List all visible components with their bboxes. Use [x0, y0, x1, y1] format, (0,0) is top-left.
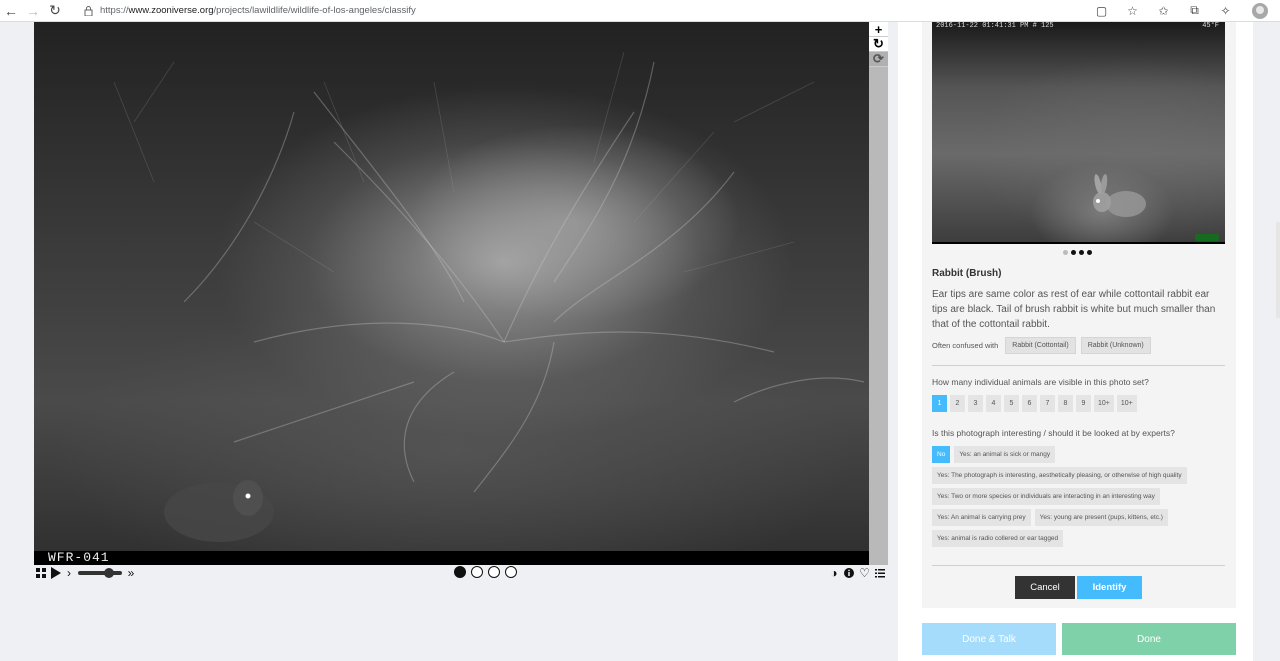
play-icon[interactable] [48, 565, 64, 581]
reload-icon[interactable]: ↻ [44, 0, 66, 22]
favorite-star-icon[interactable]: ☆ [1120, 1, 1145, 21]
vegetation-overlay [113, 51, 865, 542]
browser-toolbar: ← → ↻ https://www.zooniverse.org/project… [0, 0, 1280, 22]
frame-dot[interactable] [454, 566, 466, 578]
pager-dot[interactable] [1087, 250, 1092, 255]
confused-with-label: Often confused with [932, 341, 999, 350]
confused-species-chip[interactable]: Rabbit (Unknown) [1080, 337, 1151, 354]
cancel-button[interactable]: Cancel [1015, 576, 1075, 599]
camera-brand-logo [1195, 234, 1219, 241]
count-option[interactable]: 2 [950, 395, 965, 412]
interesting-option-prey[interactable]: Yes: An animal is carrying prey [932, 509, 1031, 526]
count-option[interactable]: 10+ [1116, 395, 1137, 412]
frame-dot[interactable] [488, 566, 500, 578]
interesting-question: Is this photograph interesting / should … [932, 428, 1175, 438]
step-forward-icon[interactable]: › [64, 565, 74, 581]
fast-forward-icon[interactable]: » [126, 565, 136, 581]
confused-with-row: Often confused with Rabbit (Cottontail) … [932, 337, 1151, 354]
species-title: Rabbit (Brush) [932, 268, 1002, 279]
count-question: How many individual animals are visible … [932, 377, 1149, 387]
reference-photo-pager [1063, 250, 1092, 255]
reference-photo[interactable]: 2016-11-22 01:41:31 PM # 125 45°F [932, 22, 1225, 244]
confused-species-chip[interactable]: Rabbit (Cottontail) [1005, 337, 1076, 354]
favorites-list-icon[interactable]: ✩ [1151, 1, 1176, 21]
species-description: Ear tips are same color as rest of ear w… [932, 289, 1216, 330]
collections-list-icon[interactable] [874, 565, 886, 581]
viewer-controls: › » ◑ ♡ [34, 565, 888, 581]
done-and-talk-button[interactable]: Done & Talk [922, 623, 1056, 655]
reset-icon[interactable]: ⟳ [869, 51, 888, 67]
lock-icon [80, 3, 96, 19]
forward-arrow-icon[interactable]: → [22, 0, 44, 22]
favorite-heart-icon[interactable]: ♡ [858, 565, 871, 581]
invert-contrast-icon[interactable]: ◑ [828, 565, 840, 581]
count-option[interactable]: 7 [1040, 395, 1055, 412]
reference-temperature: 45°F [1202, 22, 1219, 30]
rabbit-silhouette [1093, 174, 1146, 217]
count-options: 1 2 3 4 5 6 7 8 9 10+ 10+ [932, 395, 1137, 412]
pager-dot[interactable] [1063, 250, 1068, 255]
frame-dot[interactable] [505, 566, 517, 578]
zoom-in-icon[interactable]: + [869, 22, 888, 37]
reference-timestamp: 2016-11-22 01:41:31 PM # 125 [936, 22, 1054, 30]
done-button[interactable]: Done [1062, 623, 1236, 655]
count-option[interactable]: 3 [968, 395, 983, 412]
interesting-options: No Yes: an animal is sick or mangy Yes: … [932, 446, 1225, 547]
divider [932, 365, 1225, 366]
camera-id-label: WFR-041 [34, 551, 869, 565]
playback-speed-slider[interactable] [78, 568, 122, 578]
pager-dot[interactable] [1071, 250, 1076, 255]
count-option[interactable]: 9 [1076, 395, 1091, 412]
count-option[interactable]: 4 [986, 395, 1001, 412]
profile-avatar[interactable] [1252, 2, 1268, 19]
address-bar[interactable]: https://www.zooniverse.org/projects/lawi… [80, 2, 416, 20]
zoom-controls: + ↻ ⟳ [869, 22, 888, 565]
pager-dot[interactable] [1079, 250, 1084, 255]
count-option[interactable]: 1 [932, 395, 947, 412]
page-scrollbar[interactable] [1276, 222, 1280, 318]
info-icon[interactable] [843, 565, 855, 581]
interesting-option-collared[interactable]: Yes: animal is radio collered or ear tag… [932, 530, 1064, 547]
subject-image[interactable]: WFR-041 [34, 22, 869, 565]
interesting-option-quality[interactable]: Yes: The photograph is interesting, aest… [932, 467, 1187, 484]
reader-view-icon[interactable]: ▢ [1089, 1, 1114, 21]
interesting-option-young[interactable]: Yes: young are present (pups, kittens, e… [1034, 509, 1168, 526]
rotate-icon[interactable]: ↻ [869, 36, 888, 52]
extensions-icon[interactable]: ✧ [1213, 1, 1238, 21]
interesting-option-interacting[interactable]: Yes: Two or more species or individuals … [932, 488, 1160, 505]
collections-icon[interactable]: ⧉ [1182, 1, 1207, 21]
back-arrow-icon[interactable]: ← [0, 0, 22, 22]
identify-button[interactable]: Identify [1077, 576, 1142, 599]
divider [932, 565, 1225, 566]
interesting-option-sick[interactable]: Yes: an animal is sick or mangy [954, 446, 1056, 463]
count-option[interactable]: 5 [1004, 395, 1019, 412]
count-option[interactable]: 8 [1058, 395, 1073, 412]
count-option[interactable]: 10+ [1094, 395, 1114, 412]
interesting-option-no[interactable]: No [932, 446, 951, 463]
url-text: https://www.zooniverse.org/projects/lawi… [100, 5, 416, 16]
count-option[interactable]: 6 [1022, 395, 1037, 412]
frame-dot[interactable] [471, 566, 483, 578]
slider-thumb[interactable] [104, 568, 114, 578]
grid-view-icon[interactable] [34, 565, 48, 581]
frame-pager [454, 566, 517, 578]
